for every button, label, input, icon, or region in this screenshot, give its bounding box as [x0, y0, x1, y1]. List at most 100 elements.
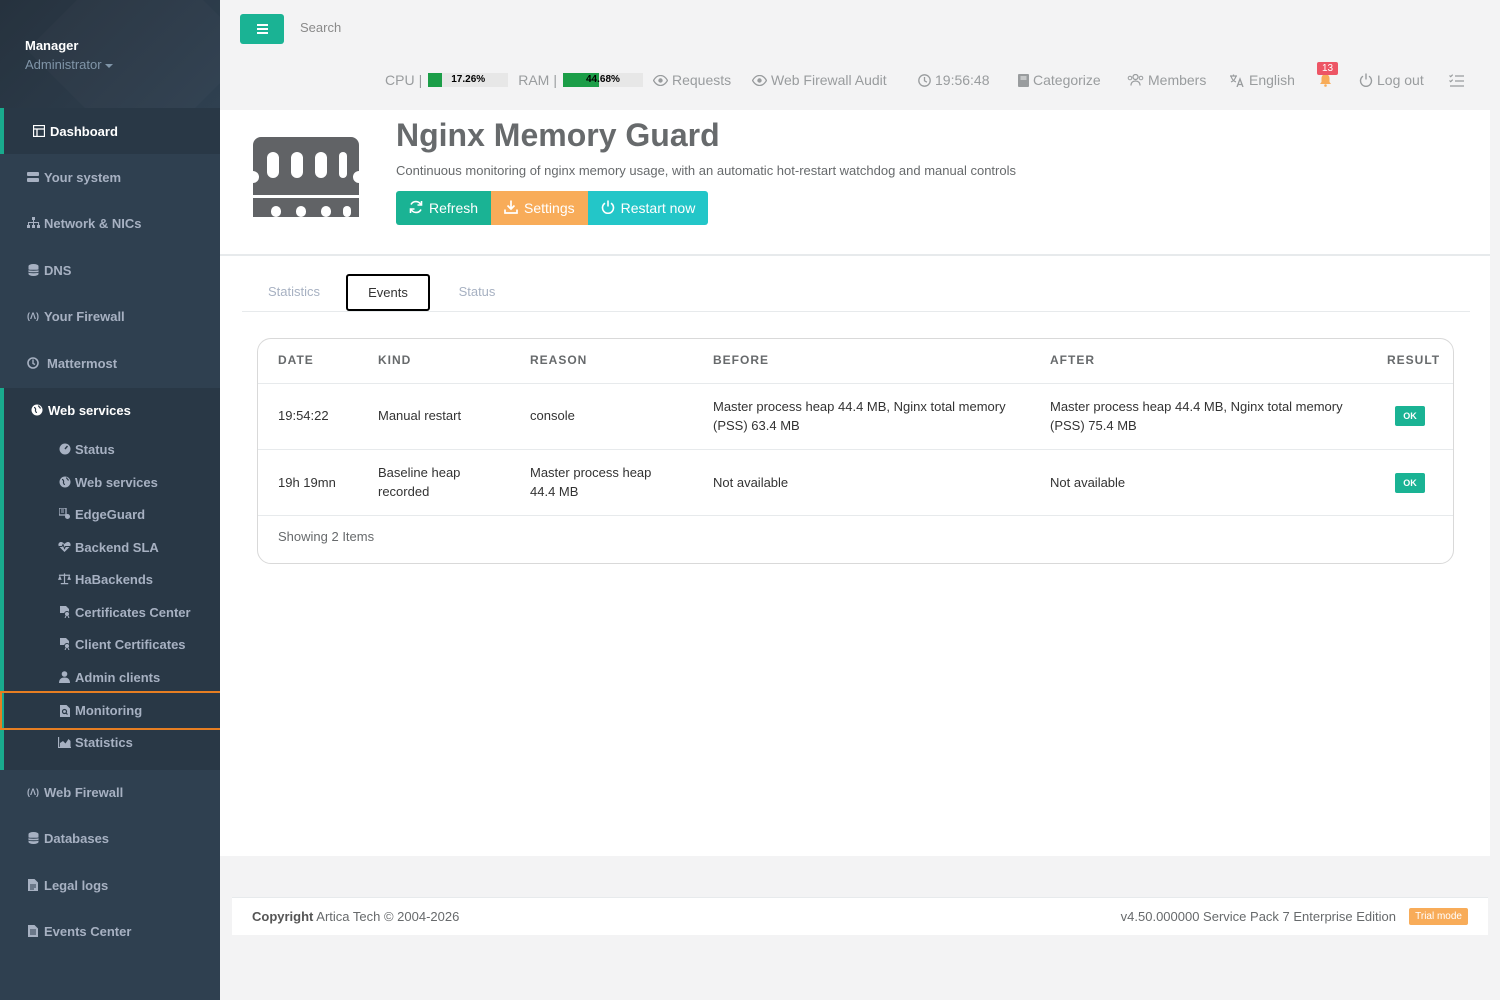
submenu-item-monitoring[interactable]: Monitoring [0, 691, 224, 730]
file-search-icon [58, 704, 71, 717]
members-link[interactable]: Members [1127, 70, 1206, 90]
sidebar-item-label: Web services [48, 402, 131, 418]
submenu-item-certificates-center[interactable]: Certificates Center [0, 596, 220, 628]
column-header-result[interactable]: RESULT [1387, 353, 1440, 367]
file-text-icon [26, 924, 40, 938]
memory-chip-icon [253, 137, 359, 217]
separator: | [418, 72, 423, 88]
copyright: Copyright Artica Tech © 2004-2026 [252, 909, 459, 924]
cell-date: 19:54:22 [278, 408, 329, 423]
submenu-item-habackends[interactable]: HaBackends [0, 563, 220, 595]
sidebar-item-your-system[interactable]: Your system [0, 154, 220, 200]
sidebar-item-databases[interactable]: Databases [0, 815, 220, 861]
sidebar-item-label: Databases [44, 830, 110, 846]
sidebar-item-dns[interactable]: DNS [0, 247, 220, 293]
balance-scale-icon [58, 573, 71, 586]
clock-display: 19:56:48 [918, 70, 990, 90]
search-input[interactable] [300, 20, 500, 35]
sidebar-item-label: Events Center [44, 923, 132, 939]
refresh-button[interactable]: Refresh [396, 191, 492, 225]
members-label: Members [1148, 72, 1207, 88]
main-content: Nginx Memory Guard Continuous monitoring… [220, 110, 1490, 856]
column-header-kind[interactable]: KIND [378, 353, 411, 367]
sidebar-item-network-nics[interactable]: Network & NICs [0, 200, 220, 246]
page-subtitle: Continuous monitoring of nginx memory us… [396, 163, 1016, 178]
row-divider [258, 515, 1453, 516]
header-divider [258, 383, 1453, 384]
ram-value: 44.68% [586, 74, 620, 85]
ram-progress-bar: 44.68% [562, 73, 643, 87]
notification-count-badge: 13 [1317, 62, 1339, 75]
requests-link[interactable]: Requests [653, 70, 731, 90]
caret-down-icon [104, 63, 113, 68]
action-button-group: Refresh Settings Restart now [396, 191, 709, 225]
mattermost-icon [26, 356, 40, 370]
power-icon [1359, 73, 1373, 87]
resource-meters: CPU | 17.26% RAM | 44.68% [385, 70, 653, 90]
column-header-reason[interactable]: REASON [530, 353, 587, 367]
clock-icon [918, 73, 931, 87]
checklist-icon [1449, 73, 1464, 87]
tasks-list-button[interactable] [1449, 70, 1468, 90]
tab-events[interactable]: Events [346, 274, 430, 311]
logout-label: Log out [1377, 72, 1424, 88]
submenu-item-label: Client Certificates [75, 636, 186, 652]
firewall-icon: (Λ) [27, 787, 39, 797]
cell-date: 19h 19mn [278, 475, 336, 490]
version-text: v4.50.000000 Service Pack 7 Enterprise E… [1120, 909, 1396, 924]
submenu-item-web-services[interactable]: Web services [0, 466, 220, 498]
submenu-item-client-certificates[interactable]: Client Certificates [0, 628, 220, 660]
page-title: Nginx Memory Guard [396, 117, 720, 153]
heartbeat-icon [58, 541, 71, 554]
column-header-date[interactable]: DATE [278, 353, 314, 367]
profile-role-dropdown[interactable]: Administrator [25, 57, 195, 72]
eye-icon [752, 74, 767, 86]
trial-mode-badge: Trial mode [1409, 908, 1468, 925]
sidebar-item-label: DNS [44, 262, 72, 278]
tab-status[interactable]: Status [442, 273, 512, 310]
sidebar-item-events-center[interactable]: Events Center [0, 908, 220, 954]
settings-button[interactable]: Settings [491, 191, 588, 225]
sidebar-item-your-firewall[interactable]: (Λ) Your Firewall [0, 293, 220, 339]
sidebar-item-web-services[interactable]: Web services [0, 387, 220, 433]
cell-before: Master process heap 44.4 MB, Nginx total… [713, 399, 1006, 433]
page-footer: Copyright Artica Tech © 2004-2026 v4.50.… [232, 897, 1488, 935]
result-ok-badge: OK [1395, 473, 1425, 493]
restart-now-button[interactable]: Restart now [587, 191, 709, 225]
globe-icon [58, 476, 71, 489]
submenu-item-label: EdgeGuard [75, 506, 146, 522]
tab-bar: Statistics Events Status [242, 273, 1470, 312]
sidebar-item-mattermost[interactable]: Mattermost [0, 340, 220, 386]
menu-toggle-button[interactable] [240, 14, 284, 44]
submenu-item-admin-clients[interactable]: Admin clients [0, 661, 220, 693]
submenu-item-label: Monitoring [75, 703, 143, 718]
result-ok-badge: OK [1395, 406, 1425, 426]
certificate-icon [58, 606, 71, 619]
sidebar-item-legal-logs[interactable]: Legal logs [0, 862, 220, 908]
sidebar-item-label: Your Firewall [44, 308, 125, 324]
sidebar-item-dashboard[interactable]: Dashboard [0, 108, 220, 154]
column-header-after[interactable]: AFTER [1050, 353, 1095, 367]
submenu-item-status[interactable]: Status [0, 433, 220, 465]
server-icon [26, 170, 40, 184]
sidebar-item-label: Dashboard [50, 123, 118, 139]
database-icon [26, 831, 40, 845]
submenu-item-edgeguard[interactable]: EdgeGuard [0, 498, 220, 530]
logout-link[interactable]: Log out [1359, 70, 1424, 90]
ram-label: RAM [518, 72, 550, 88]
web-firewall-audit-link[interactable]: Web Firewall Audit [752, 70, 887, 90]
submenu-item-statistics[interactable]: Statistics [0, 726, 220, 758]
submenu-item-backend-sla[interactable]: Backend SLA [0, 531, 220, 563]
users-icon [1127, 74, 1144, 86]
language-selector[interactable]: English [1229, 70, 1295, 90]
column-header-before[interactable]: BEFORE [713, 353, 769, 367]
tab-statistics[interactable]: Statistics [242, 273, 346, 310]
dashboard-gauge-icon [58, 443, 71, 456]
categorize-link[interactable]: Categorize [1018, 70, 1101, 90]
sidebar-item-label: Your system [44, 169, 122, 185]
submenu-item-label: Admin clients [75, 669, 161, 685]
row-divider [258, 449, 1453, 450]
sidebar-item-web-firewall[interactable]: (Λ) Web Firewall [0, 769, 220, 815]
web-firewall-audit-label: Web Firewall Audit [771, 72, 887, 88]
sidebar-item-label: Legal logs [44, 877, 109, 893]
